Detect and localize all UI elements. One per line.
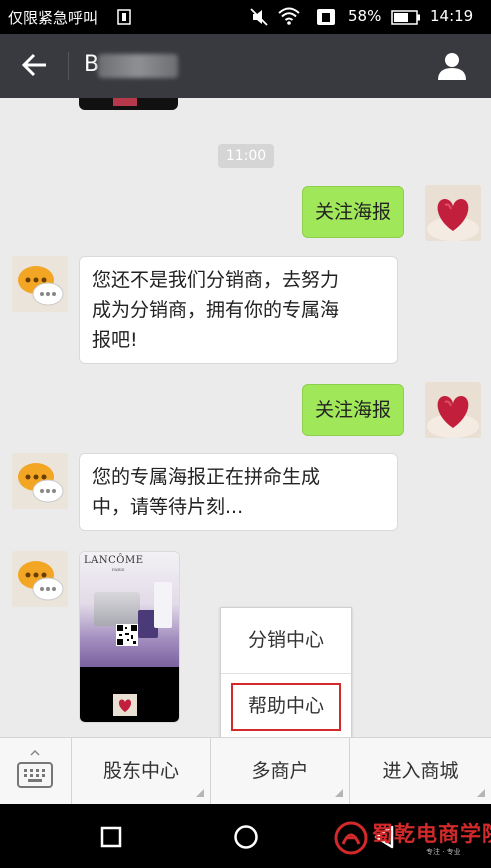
my-avatar[interactable] (425, 382, 481, 438)
poster-brand-sub: PARIS (112, 567, 125, 572)
title-divider (68, 52, 69, 80)
status-bar: 仅限紧急呼叫 58% 14:19 (0, 0, 491, 34)
cream-jar-shape (94, 592, 140, 626)
submenu-indicator-icon (477, 789, 485, 797)
bot-avatar[interactable] (12, 453, 68, 509)
poster-avatar-thumb (113, 694, 137, 716)
watermark-tagline: 专注 · 专业 (426, 848, 461, 856)
poster-image-message[interactable]: LANCÔME PARIS (79, 551, 180, 723)
home-circle-icon[interactable] (233, 824, 259, 850)
battery-percent: 58% (348, 7, 382, 25)
bot-message-bubble[interactable]: 您的专属海报正在拼命生成 中，请等待片刻... (79, 453, 398, 531)
heart-cake-avatar-icon (425, 185, 481, 241)
sim-icon (117, 9, 131, 25)
carrier-text: 仅限紧急呼叫 (8, 9, 99, 27)
poster-brand: LANCÔME (84, 555, 144, 566)
data-saver-icon (317, 9, 335, 25)
clock: 14:19 (430, 7, 474, 25)
chat-bubbles-avatar-icon (12, 256, 68, 312)
system-nav-bar: 蜀乾电商学院 专注 · 专业 (0, 804, 491, 868)
bottom-menu-bar: 股东中心 多商户 进入商城 (0, 737, 491, 805)
poster-footer (80, 667, 179, 722)
previous-image-message[interactable] (79, 98, 178, 110)
my-message-bubble[interactable]: 关注海报 (302, 384, 405, 436)
back-arrow-icon[interactable] (20, 50, 50, 80)
menu-button-label: 股东中心 (102, 760, 179, 782)
heart-cake-avatar-icon (425, 382, 481, 438)
watermark-text: 蜀乾电商学院 (372, 821, 491, 846)
profile-icon[interactable] (436, 50, 468, 82)
my-message-bubble[interactable]: 关注海报 (302, 186, 405, 238)
message-line: 您的专属海报正在拼命生成 (92, 466, 321, 488)
submenu-indicator-icon (335, 789, 343, 797)
chat-bubbles-avatar-icon (12, 551, 68, 607)
message-line: 成为分销商，拥有你的专属海 (92, 299, 340, 321)
menu-button-label: 多商户 (251, 760, 309, 782)
battery-icon (391, 10, 420, 25)
menu-button-multi-merchant[interactable]: 多商户 (211, 738, 350, 805)
watermark-emblem-icon (334, 821, 368, 855)
bot-avatar[interactable] (12, 256, 68, 312)
menu-button-label: 进入商城 (382, 760, 459, 782)
chat-timestamp: 11:00 (218, 144, 274, 168)
message-line: 报吧! (92, 329, 138, 351)
product-bottle-shape (154, 582, 172, 628)
keyboard-icon (17, 762, 53, 788)
thumbnail-fragment (113, 98, 137, 106)
title-bar: B (0, 34, 491, 98)
chevron-up-icon (30, 750, 40, 756)
submenu-indicator-icon (196, 789, 204, 797)
bot-message-bubble[interactable]: 您还不是我们分销商，去努力 成为分销商，拥有你的专属海 报吧! (79, 256, 398, 364)
watermark-logo: 蜀乾电商学院 专注 · 专业 (334, 820, 491, 860)
chat-bubbles-avatar-icon (12, 453, 68, 509)
message-line: 您还不是我们分销商，去努力 (92, 269, 340, 291)
keyboard-toggle-button[interactable] (0, 738, 72, 805)
wifi-icon (278, 7, 300, 25)
qr-code-icon (116, 624, 138, 646)
my-avatar[interactable] (425, 185, 481, 241)
mute-icon (250, 8, 268, 26)
poster-ad: LANCÔME PARIS (80, 552, 179, 667)
submenu-popup: 分销中心 帮助中心 (220, 607, 352, 739)
menu-button-enter-mall[interactable]: 进入商城 (350, 738, 491, 805)
highlight-box (231, 683, 341, 731)
message-line: 中，请等待片刻... (92, 496, 244, 518)
chat-title: B (84, 52, 100, 77)
recents-square-icon[interactable] (100, 826, 122, 848)
bot-avatar[interactable] (12, 551, 68, 607)
menu-button-shareholder-center[interactable]: 股东中心 (72, 738, 211, 805)
menu-item-distribution-center[interactable]: 分销中心 (221, 608, 351, 672)
title-redaction (98, 54, 178, 78)
